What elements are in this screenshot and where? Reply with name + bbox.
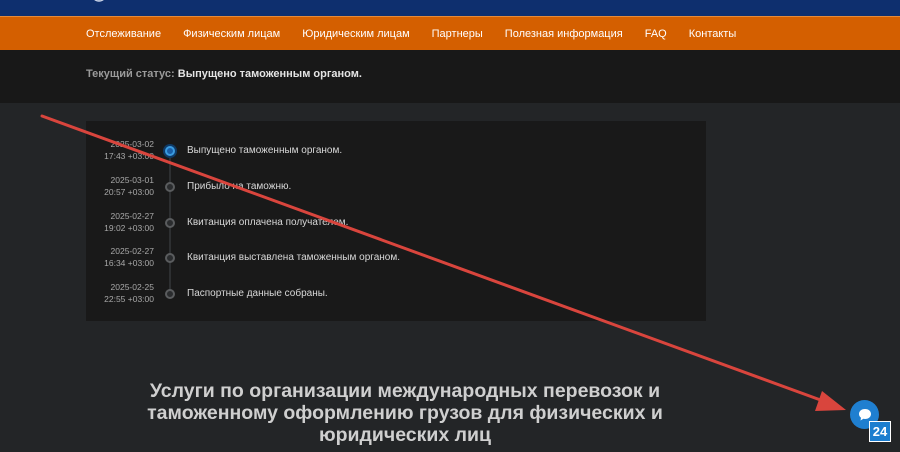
timeline-date-day: 2025-02-25	[110, 282, 154, 292]
nav-individuals[interactable]: Физическим лицам	[183, 28, 280, 40]
nav-faq[interactable]: FAQ	[645, 28, 667, 40]
timeline-date: 2025-02-27 19:02 +03:00	[86, 210, 154, 234]
current-status-value: Выпущено таможенным органом.	[177, 68, 362, 80]
current-status-label: Текущий статус:	[86, 68, 175, 80]
timeline-dot-icon	[165, 182, 175, 192]
top-header-bar	[0, 0, 900, 16]
tracking-timeline: 2025-03-02 17:43 +03:00 Выпущено таможен…	[86, 121, 706, 321]
services-headline: Услуги по организации международных пере…	[90, 380, 720, 446]
nav-useful-info[interactable]: Полезная информация	[505, 28, 623, 40]
current-status-panel: Текущий статус: Выпущено таможенным орга…	[0, 50, 900, 103]
main-navigation: Отслеживание Физическим лицам Юридически…	[0, 16, 900, 50]
timeline-dot-icon	[165, 253, 175, 263]
timeline-date-time: 22:55 +03:00	[104, 294, 154, 304]
timeline-dot-icon	[165, 289, 175, 299]
timeline-date-day: 2025-03-02	[110, 139, 154, 149]
logo-globe-icon[interactable]	[90, 0, 108, 6]
timeline-date-time: 20:57 +03:00	[104, 187, 154, 197]
timeline-date-day: 2025-02-27	[110, 211, 154, 221]
timeline-date-day: 2025-02-27	[110, 246, 154, 256]
timeline-item: 2025-03-02 17:43 +03:00 Выпущено таможен…	[86, 136, 706, 166]
nav-contacts[interactable]: Контакты	[689, 28, 737, 40]
timeline-dot-icon	[165, 218, 175, 228]
annotation-arrow-head-icon	[815, 391, 846, 411]
timeline-date: 2025-02-27 16:34 +03:00	[86, 245, 154, 269]
timeline-date-time: 19:02 +03:00	[104, 223, 154, 233]
timeline-event-text: Выпущено таможенным органом.	[187, 145, 343, 156]
timeline-date: 2025-03-02 17:43 +03:00	[86, 138, 154, 162]
timeline-date-day: 2025-03-01	[110, 175, 154, 185]
timeline-date-time: 16:34 +03:00	[104, 258, 154, 268]
current-status: Текущий статус: Выпущено таможенным орга…	[86, 68, 362, 80]
timeline-active-dot-icon	[165, 146, 175, 156]
timeline-date: 2025-03-01 20:57 +03:00	[86, 174, 154, 198]
timeline-date: 2025-02-25 22:55 +03:00	[86, 281, 154, 305]
timeline-item: 2025-03-01 20:57 +03:00 Прибыло на тамож…	[86, 172, 706, 202]
nav-partners[interactable]: Партнеры	[432, 28, 483, 40]
timeline-event-text: Квитанция оплачена получателем.	[187, 217, 349, 228]
timeline-event-text: Прибыло на таможню.	[187, 181, 292, 192]
headline-line: таможенному оформлению грузов для физиче…	[147, 402, 663, 424]
nav-tracking[interactable]: Отслеживание	[86, 28, 161, 40]
timeline-item: 2025-02-27 16:34 +03:00 Квитанция выстав…	[86, 243, 706, 273]
chat-widget-badge[interactable]: 24	[869, 421, 891, 442]
timeline-item: 2025-02-27 19:02 +03:00 Квитанция оплаче…	[86, 208, 706, 238]
timeline-item: 2025-02-25 22:55 +03:00 Паспортные данны…	[86, 279, 706, 309]
timeline-date-time: 17:43 +03:00	[104, 151, 154, 161]
headline-line: юридических лиц	[318, 424, 492, 446]
timeline-event-text: Паспортные данные собраны.	[187, 288, 328, 299]
headline-line: Услуги по организации международных пере…	[149, 380, 661, 402]
nav-legal-entities[interactable]: Юридическим лицам	[302, 28, 409, 40]
timeline-event-text: Квитанция выставлена таможенным органом.	[187, 252, 400, 263]
